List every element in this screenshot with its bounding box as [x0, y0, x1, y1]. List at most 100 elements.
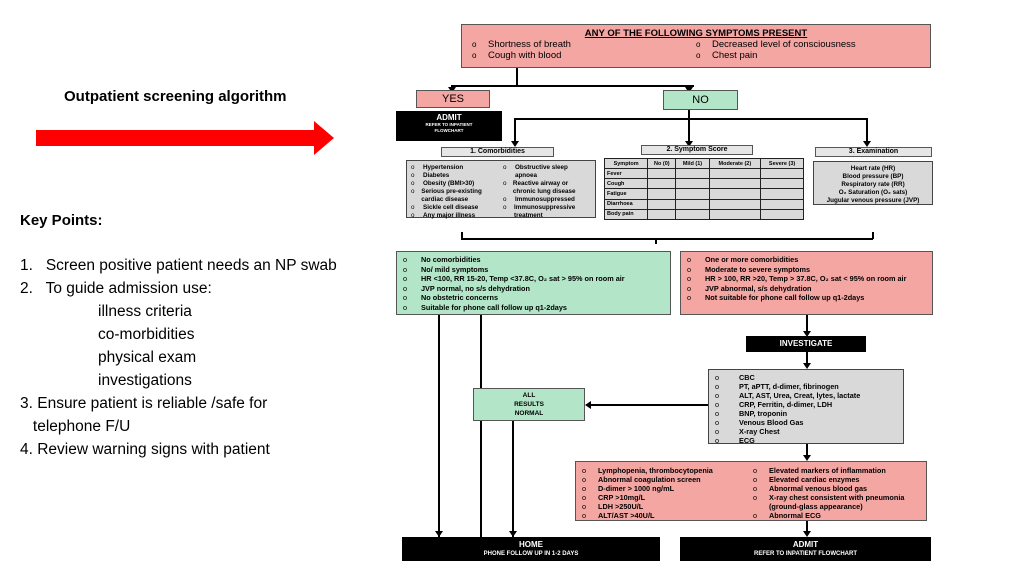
list-item-text: Abnormal venous blood gas: [769, 484, 868, 493]
score-cell[interactable]: [760, 198, 804, 210]
yes-box: YES: [416, 90, 490, 108]
bullet-icon: o: [687, 274, 692, 284]
score-cell[interactable]: [647, 178, 677, 190]
score-cell[interactable]: [760, 168, 804, 180]
bullet-icon: o: [582, 511, 587, 520]
symptom-item: o Shortness of breath: [472, 39, 571, 50]
bullet-icon: o: [753, 466, 758, 475]
score-cell[interactable]: [675, 188, 710, 200]
bullet-icon: o: [753, 511, 758, 520]
bullet-icon: o: [582, 502, 587, 511]
list-item-text: Moderate to severe symptoms: [705, 264, 811, 274]
admit-bottom-box: ADMIT REFER TO INPATIENT FLOWCHART: [680, 537, 931, 561]
bullet-icon: o: [687, 255, 692, 264]
list-item-text: Elevated cardiac enzymes: [769, 475, 860, 484]
score-cell[interactable]: [675, 168, 710, 180]
comorbidity-item: o Diabetes: [411, 172, 499, 180]
bullet-icon: o: [715, 418, 720, 427]
comorbidity-item: o Hypertension: [411, 164, 499, 172]
key-point: 4. Review warning signs with patient: [20, 441, 270, 458]
score-cell[interactable]: [760, 178, 804, 190]
bullet-icon: o: [715, 400, 720, 409]
comorbidity-text: Hypertension: [423, 164, 464, 171]
bullet-icon: o: [582, 493, 587, 502]
comorbidity-item: o Obesity (BMI>30): [411, 180, 499, 188]
exam-item: Respiratory rate (RR): [841, 181, 905, 188]
list-item: o CBC: [715, 373, 897, 382]
list-item: o LDH >250U/L: [582, 502, 749, 511]
table-row: Body pain: [603, 208, 804, 221]
list-item: o Lymphopenia, thrombocytopenia: [582, 466, 749, 475]
comorbidity-text: Sickle cell disease: [423, 204, 479, 211]
bullet-icon: o: [715, 391, 720, 400]
score-cell[interactable]: [675, 208, 710, 221]
symptom-item: o Cough with blood: [472, 50, 562, 61]
score-cell[interactable]: [760, 188, 804, 200]
key-point: 3. Ensure patient is reliable /safe for: [20, 395, 268, 412]
criteria-item: illness criteria: [98, 303, 192, 320]
bullet-icon: o: [403, 293, 408, 303]
home-box: HOME PHONE FOLLOW UP IN 1-2 DAYS: [402, 537, 660, 561]
high-risk-criteria-box: o One or more comorbidities o Moderate to s…: [680, 251, 933, 315]
list-item-text: ALT, AST, Urea, Creat, lytes, lactate: [739, 391, 861, 400]
list-item-text: BNP, troponin: [739, 409, 788, 418]
comorbidity-item: o Immunosuppressed: [503, 196, 591, 204]
table-row: Fatigue: [603, 188, 804, 200]
score-cell[interactable]: [708, 188, 762, 200]
bullet-icon: o: [582, 484, 587, 493]
score-cell[interactable]: [708, 178, 762, 190]
bullet-icon: o: [715, 436, 720, 445]
list-item-text: PT, aPTT, d-dimer, fibrinogen: [739, 382, 839, 391]
symptoms-title: ANY OF THE FOLLOWING SYMPTOMS PRESENT: [584, 28, 808, 39]
list-item: o Abnormal coagulation screen: [582, 475, 749, 484]
bullet-icon: o: [403, 264, 408, 274]
table-header-cell: No (0): [647, 157, 677, 170]
bullet-icon: o: [403, 255, 408, 264]
score-cell[interactable]: [708, 168, 762, 180]
symptom-name-cell: Body pain: [603, 208, 649, 221]
list-item-text: No comorbidities: [421, 255, 481, 264]
list-item: o Elevated cardiac enzymes: [753, 475, 920, 484]
list-item-text: CBC: [739, 373, 755, 382]
score-cell[interactable]: [708, 198, 762, 210]
bullet-icon: o: [582, 466, 587, 475]
bullet-icon: o: [411, 180, 415, 187]
investigate-box: INVESTIGATE: [746, 336, 866, 352]
score-cell[interactable]: [647, 168, 677, 180]
score-cell[interactable]: [647, 198, 677, 210]
table-header-cell: Moderate (2): [708, 157, 762, 170]
score-cell[interactable]: [675, 198, 710, 210]
list-item: o X-ray chest consistent with pneumonia (…: [753, 493, 920, 511]
investigations-box: o CBC o PT, aPTT, d-dimer, fibrinogen o ALT, …: [708, 369, 904, 445]
bullet-icon: o: [753, 475, 758, 484]
list-item: o CRP, Ferritin, d-dimer, LDH: [715, 400, 897, 409]
list-item-text: ALT/AST >40U/L: [598, 511, 655, 520]
list-item-text: JVP normal, no s/s dehydration: [421, 283, 530, 293]
bullet-icon: o: [715, 427, 720, 436]
table-header-cell: Mild (1): [675, 157, 710, 170]
list-item-text: Elevated markers of inflammation: [769, 466, 886, 475]
list-item: o No/ mild symptoms: [403, 265, 664, 275]
list-item: o No comorbidities: [403, 255, 664, 265]
list-item: o One or more comorbidities: [687, 255, 926, 265]
comorbidity-text: Immunosuppressed: [515, 196, 575, 203]
table-row: Cough: [603, 178, 804, 190]
bullet-icon: o: [687, 283, 692, 293]
score-cell[interactable]: [675, 178, 710, 190]
list-item: o Elevated markers of inflammation: [753, 466, 920, 475]
bullet-icon: o: [753, 493, 758, 502]
score-cell[interactable]: [647, 208, 677, 221]
score-cell[interactable]: [760, 208, 804, 221]
score-cell[interactable]: [708, 208, 762, 221]
score-cell[interactable]: [647, 188, 677, 200]
list-item: o CRP >10mg/L: [582, 493, 749, 502]
red-arrow-icon: [36, 121, 334, 155]
key-points-list: 1. Screen positive patient needs an NP s…: [20, 254, 337, 461]
list-item-text: Abnormal ECG: [769, 511, 821, 520]
bullet-icon: o: [403, 274, 408, 284]
symptom-name-cell: Diarrhoea: [603, 198, 649, 210]
bullet-icon: o: [411, 188, 415, 195]
exam-item: Blood pressure (BP): [842, 173, 904, 180]
list-item-text: HR <100, RR 15-20, Temp <37.8C, O₂ sat >…: [421, 274, 625, 284]
criteria-item: co-morbidities: [98, 326, 195, 343]
